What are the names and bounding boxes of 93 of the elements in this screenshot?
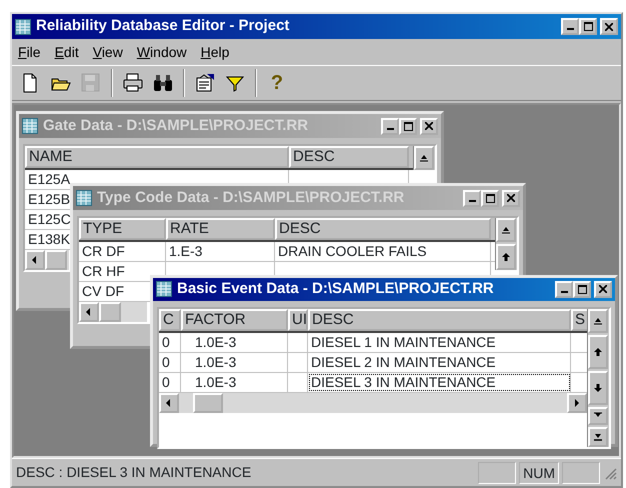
status-panel [478,462,516,484]
close-button[interactable] [420,118,438,134]
table-cell: DIESEL 2 IN MAINTENANCE [308,352,571,372]
up-arrow-icon [501,252,511,262]
table-cell: DIESEL 1 IN MAINTENANCE [308,332,571,352]
table-cell: 1.0E-3 [181,372,288,392]
scroll-thumb[interactable] [45,250,67,270]
column-header[interactable]: FACTOR [181,308,288,330]
down-arrow-icon [593,382,603,392]
scroll-down-button[interactable] [588,370,608,404]
minimize-button[interactable] [555,280,573,298]
menu-item[interactable]: File [18,42,41,62]
menu-item[interactable]: Help [200,42,230,62]
table-cell: 0 [159,332,181,352]
scroll-left-button[interactable] [25,250,45,270]
minimize-button[interactable] [561,18,579,35]
binoculars-icon [153,73,173,93]
menu-item[interactable]: View [92,42,123,62]
minimize-icon [560,290,568,293]
status-text: DESC : DIESEL 3 IN MAINTENANCE [16,463,252,482]
column-header[interactable]: RATE [166,218,275,240]
column-header[interactable]: DESC [308,308,571,330]
scroll-down-button[interactable] [588,406,608,424]
vertical-scrollbar[interactable] [587,308,609,446]
table-cell: 1.0E-3 [181,332,288,352]
status-panel [562,462,600,484]
column-header[interactable]: C [159,308,181,330]
up-arrow-icon [593,346,603,356]
window-title: Basic Event Data - D:\SAMPLE\PROJECT.RR [177,279,494,299]
scroll-up-button[interactable] [496,218,516,242]
maximize-icon [578,284,586,294]
column-header[interactable]: DESC [289,146,409,168]
minimize-icon [386,128,394,130]
column-header[interactable]: DESC [275,218,491,240]
right-arrow-icon [572,398,582,408]
close-button[interactable] [502,190,520,206]
table-cell: 1.0E-3 [181,352,288,372]
bottom-arrow-icon [593,432,603,442]
maximize-button[interactable] [481,190,499,206]
scroll-bottom-button[interactable] [588,426,608,446]
minimize-button[interactable] [381,118,399,134]
maximize-button[interactable] [573,280,591,298]
close-button[interactable] [594,280,612,298]
table-cell: 1.E-3 [166,242,275,261]
window-title: Reliability Database Editor - Project [36,16,290,36]
help-button[interactable]: ? [264,70,290,96]
menu-item[interactable]: Edit [54,42,79,62]
scroll-thumb[interactable] [193,392,223,412]
scroll-up-button[interactable] [588,308,608,332]
scroll-up-button[interactable] [588,334,608,368]
horizontal-scrollbar[interactable] [159,392,587,412]
up-arrow-icon [593,316,603,326]
printer-icon [123,73,143,93]
grid-icon [156,281,172,298]
maximize-button[interactable] [579,18,597,35]
window-title: Gate Data - D:\SAMPLE\PROJECT.RR [43,116,308,136]
close-icon [507,194,515,202]
resize-grip-icon [603,466,617,480]
minimize-button[interactable] [463,190,481,206]
table-cell: 0 [159,372,181,392]
close-button[interactable] [600,18,618,35]
horizontal-scrollbar[interactable] [25,250,69,270]
table-cell: 0 [159,352,181,372]
table-cell: CR DF [79,242,166,261]
maximize-icon [584,22,592,31]
status-indicator: NUM [519,462,559,484]
table-cell: DIESEL 3 IN MAINTENANCE [308,372,571,392]
scroll-right-button[interactable] [567,392,587,412]
grid-icon [15,18,31,34]
close-icon [425,122,433,130]
menu-item[interactable]: Window [136,42,187,62]
up-arrow-icon [501,225,511,235]
column-header[interactable]: UI [288,308,308,330]
close-icon [605,22,613,30]
grid-icon [76,190,92,206]
scroll-left-button[interactable] [159,392,179,412]
properties-icon [195,73,215,93]
horizontal-scrollbar[interactable] [79,302,147,322]
scroll-left-button[interactable] [79,302,99,322]
column-header[interactable]: NAME [25,146,289,168]
minimize-icon [566,28,574,30]
maximize-icon [486,194,494,202]
table-cell: DRAIN COOLER FAILS [275,242,491,261]
grid-icon [22,118,38,134]
maximize-icon [404,122,412,130]
scroll-up-button[interactable] [496,244,516,270]
close-icon [599,285,607,294]
column-header[interactable]: TYPE [79,218,166,240]
up-arrow-icon [419,153,429,163]
maximize-button[interactable] [399,118,417,134]
minimize-icon [468,200,476,202]
scroll-thumb[interactable] [99,302,121,322]
vertical-scrollbar[interactable] [495,218,517,270]
